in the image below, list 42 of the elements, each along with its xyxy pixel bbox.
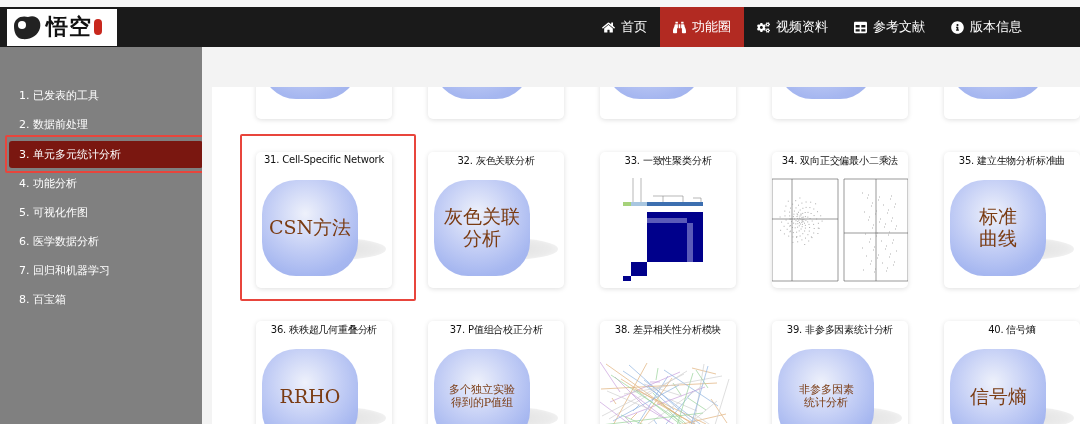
bubble-label: CSN方法 [268, 217, 352, 239]
card-title: 40. 信号熵 [988, 323, 1036, 337]
tool-card[interactable]: 38. 差异相关性分析模块 [600, 321, 736, 424]
sidebar-item[interactable]: 3. 单元多元统计分析 [9, 140, 203, 168]
bubble-label: 多个独立实验 得到的P值组 [449, 384, 515, 410]
card-title: 38. 差异相关性分析模块 [614, 323, 722, 337]
nav-tab[interactable]: 功能圈 [660, 7, 744, 47]
bubble-label: 非参多因素 统计分析 [798, 384, 854, 410]
nav-tab[interactable]: 视频资料 [744, 7, 841, 47]
logo-text: 悟空 [46, 12, 92, 41]
nav-tab[interactable]: 参考文献 [841, 7, 938, 47]
bubble-label: 信号熵 [969, 386, 1027, 408]
sidebar-item[interactable]: 1. 已发表的工具 [9, 82, 203, 109]
tool-card[interactable]: 33. 一致性聚类分析 [600, 152, 736, 288]
nav-tab[interactable]: 版本信息 [938, 7, 1035, 47]
card-title: 33. 一致性聚类分析 [624, 154, 712, 168]
card-title: 32. 灰色关联分析 [457, 154, 535, 168]
nav-tab[interactable]: 首页 [589, 7, 660, 47]
sidebar-item[interactable]: 2. 数据前处理 [9, 111, 203, 138]
tool-card[interactable]: 31. Cell-Specific Network CSN方法 [256, 152, 392, 288]
card-title: 36. 秩秩超几何重叠分析 [270, 323, 378, 337]
tool-card[interactable]: 32. 灰色关联分析 灰色关联 分析 [428, 152, 564, 288]
tool-card[interactable]: 35. 建立生物分析标准曲 标准 曲线 [944, 152, 1080, 288]
card-title: 37. P值组合校正分析 [449, 323, 543, 337]
card-title: 35. 建立生物分析标准曲 [958, 154, 1066, 168]
tool-card[interactable]: 40. 信号熵 信号熵 [944, 321, 1080, 424]
sidebar-item[interactable]: 5. 可视化作图 [9, 199, 203, 226]
bubble-label: RRHO [279, 386, 341, 408]
bubble-label: 标准 曲线 [979, 206, 1017, 250]
logo[interactable]: 悟空 [7, 8, 117, 46]
sidebar-item[interactable]: 4. 功能分析 [9, 170, 203, 197]
tool-card[interactable]: 36. 秩秩超几何重叠分析 RRHO [256, 321, 392, 424]
card-title: 39. 非参多因素统计分析 [786, 323, 894, 337]
card-title: 31. Cell-Specific Network [263, 154, 385, 167]
bubble-label: 灰色关联 分析 [444, 206, 520, 250]
sidebar-item[interactable]: 7. 回归和机器学习 [9, 257, 203, 284]
tool-card[interactable]: 39. 非参多因素统计分析 非参多因素 统计分析 [772, 321, 908, 424]
tool-card[interactable]: 37. P值组合校正分析 多个独立实验 得到的P值组 [428, 321, 564, 424]
sidebar-item[interactable]: 8. 百宝箱 [9, 286, 203, 313]
tool-card[interactable]: 34. 双向正交偏最小二乘法 [772, 152, 908, 288]
card-title: 34. 双向正交偏最小二乘法 [781, 154, 899, 168]
sidebar-item[interactable]: 6. 医学数据分析 [9, 228, 203, 255]
